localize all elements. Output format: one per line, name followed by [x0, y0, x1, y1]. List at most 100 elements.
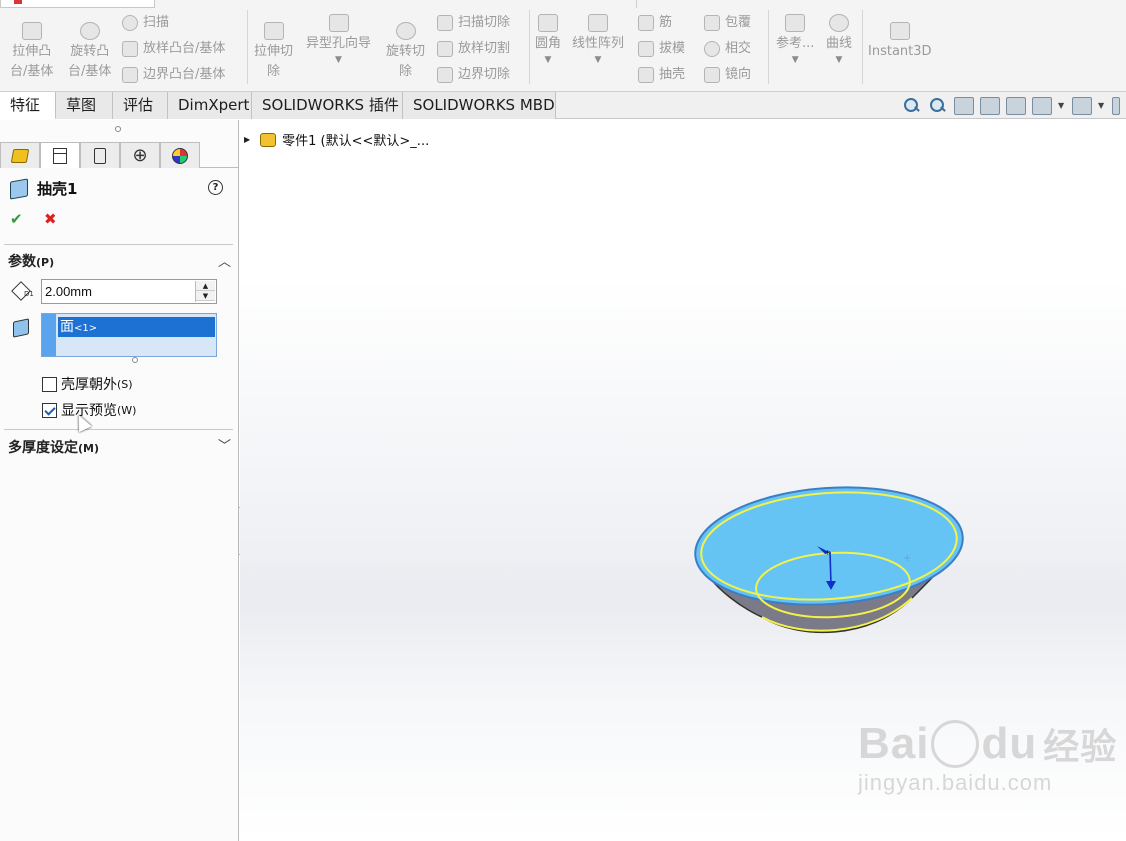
- property-manager-icon: [53, 147, 67, 164]
- top-separator: [636, 0, 637, 8]
- mirror-button[interactable]: 镜向: [704, 64, 751, 86]
- cancel-button[interactable]: ✖: [44, 210, 57, 228]
- rib-icon: [638, 15, 654, 31]
- shell-preview-model[interactable]: * +: [690, 480, 970, 645]
- tab-property-manager[interactable]: [40, 142, 80, 168]
- draft-button[interactable]: 拔模: [638, 38, 685, 60]
- tab-feature-tree[interactable]: [0, 142, 40, 168]
- shell-outward-checkbox[interactable]: [42, 376, 57, 392]
- tree-root-label: 零件1 (默认<<默认>_...: [282, 134, 430, 149]
- show-preview-checkbox[interactable]: [42, 402, 57, 418]
- faces-to-remove-icon: [13, 318, 29, 338]
- chevron-down-icon[interactable]: ▼: [595, 54, 602, 66]
- flyout-feature-tree[interactable]: ▶ 零件1 (默认<<默认>_...: [244, 130, 429, 149]
- faces-to-remove-list[interactable]: 面<1>: [41, 313, 217, 357]
- draft-icon: [638, 41, 654, 57]
- ribbon-top-strip: [0, 0, 1126, 8]
- boundary-boss-button[interactable]: 边界凸台/基体: [122, 64, 225, 86]
- crosshair-icon: ⊕: [132, 144, 148, 166]
- shell-button[interactable]: 抽壳: [638, 64, 685, 86]
- loft-boss-icon: [122, 41, 138, 57]
- reference-geometry-button[interactable]: 参考... ▼: [776, 14, 814, 66]
- feature-ribbon: 拉伸凸 台/基体 旋转凸 台/基体 扫描 放样凸台/基体 边界凸台/基体 拉伸切…: [0, 0, 1126, 92]
- tab-solidworks-mbd[interactable]: SOLIDWORKS MBD: [403, 92, 556, 119]
- boundary-cut-button[interactable]: 边界切除: [437, 64, 510, 86]
- thickness-input[interactable]: [41, 279, 217, 304]
- watermark-url: jingyan.baidu.com: [858, 770, 1053, 795]
- zoom-to-area-icon[interactable]: [928, 97, 948, 115]
- chevron-up-icon[interactable]: ︿: [218, 251, 231, 270]
- selection-focus-bar: [42, 314, 56, 356]
- zoom-to-fit-icon[interactable]: [902, 97, 922, 115]
- hole-wizard-button[interactable]: 异型孔向导 ▼: [306, 14, 371, 66]
- rib-button[interactable]: 筋: [638, 12, 672, 34]
- instant3d-button[interactable]: Instant3D: [868, 22, 932, 62]
- chevron-down-icon[interactable]: ▼: [836, 54, 843, 66]
- center-mark-icon: +: [903, 553, 911, 564]
- tab-sketch[interactable]: 草图: [56, 92, 113, 119]
- sweep-button[interactable]: 扫描: [122, 12, 169, 34]
- panel-split-grip[interactable]: [115, 126, 121, 132]
- show-preview-option[interactable]: 显示预览 (W): [42, 400, 136, 420]
- chevron-down-icon[interactable]: ▼: [335, 54, 342, 66]
- chevron-down-icon[interactable]: ▼: [1058, 97, 1066, 115]
- revolve-cut-icon: [395, 22, 416, 40]
- loft-boss-button[interactable]: 放样凸台/基体: [122, 38, 225, 60]
- tab-configuration-manager[interactable]: [80, 142, 120, 168]
- ribbon-separator: [768, 10, 769, 84]
- parameters-group-header[interactable]: 参数(P): [8, 251, 54, 271]
- wrap-button[interactable]: 包覆: [704, 12, 751, 34]
- dynamic-annotation-icon[interactable]: [1006, 97, 1026, 115]
- extrude-cut-button[interactable]: 拉伸切 除: [254, 22, 293, 82]
- revolve-cut-button[interactable]: 旋转切 除: [386, 22, 425, 82]
- chevron-down-icon[interactable]: ▼: [792, 54, 799, 66]
- help-icon[interactable]: ?: [208, 180, 223, 195]
- view-orientation-icon[interactable]: [1032, 97, 1052, 115]
- linear-pattern-button[interactable]: 线性阵列 ▼: [572, 14, 624, 66]
- list-resize-grip[interactable]: [132, 357, 138, 363]
- hole-wizard-icon: [328, 14, 349, 32]
- part-icon: [260, 132, 277, 147]
- tab-solidworks-addins[interactable]: SOLIDWORKS 插件: [252, 92, 403, 119]
- chevron-down-icon[interactable]: ▼: [545, 54, 552, 66]
- list-item[interactable]: 面<1>: [58, 317, 215, 337]
- tab-dimxpert-manager[interactable]: ⊕: [120, 142, 160, 168]
- document-tab-stub[interactable]: [0, 0, 155, 8]
- chevron-down-icon[interactable]: ▼: [1098, 97, 1106, 115]
- instant3d-icon: [889, 22, 910, 40]
- ribbon-separator: [529, 10, 530, 84]
- intersect-button[interactable]: 相交: [704, 38, 751, 60]
- ok-button[interactable]: ✔: [10, 210, 23, 228]
- divider: [4, 429, 233, 430]
- shell-feature-icon: [10, 177, 28, 200]
- hide-show-items-icon[interactable]: [1112, 97, 1120, 115]
- extrude-boss-button[interactable]: 拉伸凸 台/基体: [10, 22, 53, 82]
- section-view-icon[interactable]: [980, 97, 1000, 115]
- expand-triangle-icon[interactable]: ▶: [244, 135, 250, 144]
- tab-dimxpert[interactable]: DimXpert: [168, 92, 252, 119]
- feature-title: 抽壳1: [10, 177, 78, 200]
- wrap-icon: [704, 15, 720, 31]
- display-style-icon[interactable]: [1072, 97, 1092, 115]
- previous-view-icon[interactable]: [954, 97, 974, 115]
- tab-evaluate[interactable]: 评估: [113, 92, 168, 119]
- fillet-button[interactable]: 圆角 ▼: [535, 14, 561, 66]
- mirror-icon: [704, 67, 720, 83]
- page-title: 抽壳1: [37, 180, 78, 198]
- curves-icon: [829, 14, 849, 32]
- chevron-down-icon[interactable]: ﹀: [218, 435, 231, 454]
- appearance-icon: [172, 147, 188, 164]
- revolve-boss-button[interactable]: 旋转凸 台/基体: [68, 22, 111, 82]
- extrude-cut-icon: [263, 22, 284, 40]
- increment-icon[interactable]: ▲: [196, 281, 215, 291]
- tab-display-manager[interactable]: [160, 142, 200, 168]
- multi-thickness-group-header[interactable]: 多厚度设定(M): [8, 437, 99, 457]
- panel-tabs: ⊕: [0, 142, 239, 168]
- shell-outward-option[interactable]: 壳厚朝外 (S): [42, 374, 133, 394]
- curves-button[interactable]: 曲线 ▼: [826, 14, 852, 66]
- swept-cut-button[interactable]: 扫描切除: [437, 12, 510, 34]
- thickness-stepper[interactable]: ▲ ▼: [195, 281, 215, 302]
- lofted-cut-button[interactable]: 放样切割: [437, 38, 510, 60]
- tab-features[interactable]: 特征: [0, 92, 56, 119]
- decrement-icon[interactable]: ▼: [196, 291, 215, 301]
